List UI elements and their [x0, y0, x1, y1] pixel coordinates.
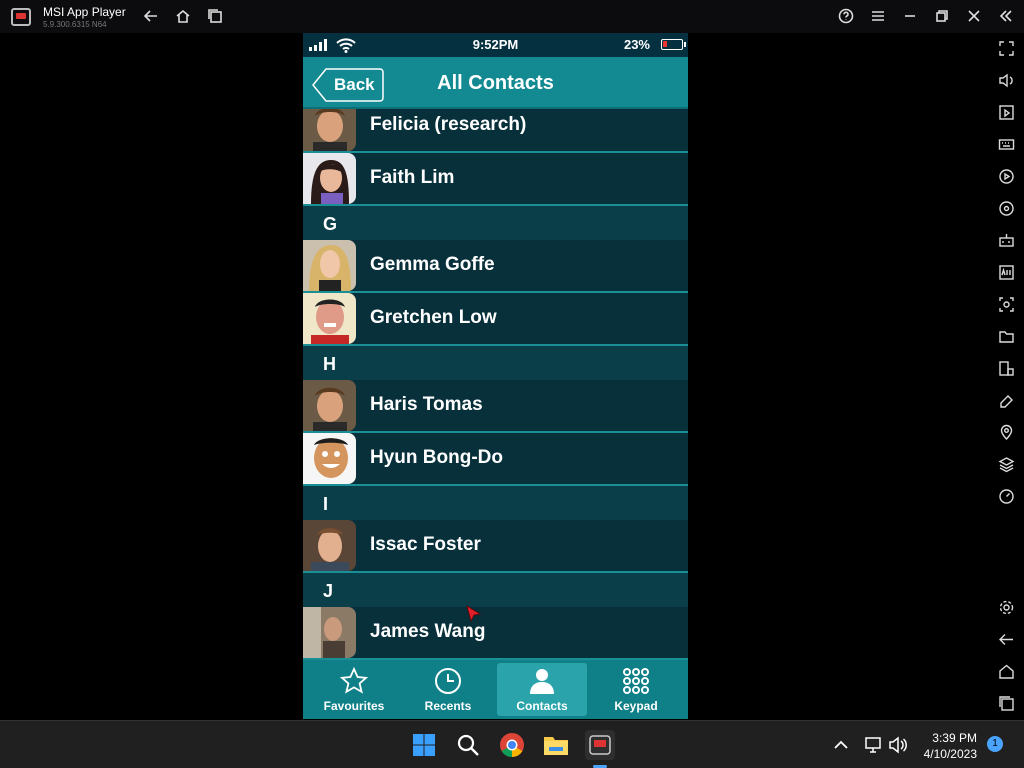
tab-recents[interactable]: Recents: [403, 663, 493, 716]
speaker-icon[interactable]: [883, 730, 913, 760]
multi-instance-icon[interactable]: [205, 6, 225, 26]
phone-status-bar: 9:52PM 23%: [303, 33, 688, 57]
section-letter: I: [323, 494, 329, 514]
android-back-icon[interactable]: [998, 631, 1015, 648]
apk-install-icon[interactable]: [998, 264, 1015, 281]
restore-icon[interactable]: [932, 6, 952, 26]
contact-name: James Wang: [370, 621, 486, 642]
section-header: G: [303, 206, 688, 240]
msi-app-player-taskbar-icon[interactable]: [585, 730, 615, 760]
tab-contacts[interactable]: Contacts: [497, 663, 587, 716]
avatar: [303, 380, 356, 431]
windows-taskbar: 3:39 PM 4/10/2023 1: [0, 720, 1024, 768]
eraser-icon[interactable]: [998, 392, 1015, 409]
keypad-icon: [623, 668, 649, 694]
star-icon: [339, 667, 369, 694]
avatar: [303, 153, 356, 204]
android-recents-icon[interactable]: [998, 695, 1015, 712]
contact-name: Hyun Bong-Do: [370, 447, 503, 468]
person-icon: [530, 669, 554, 694]
contact-name: Gemma Goffe: [370, 254, 495, 275]
location-icon[interactable]: [998, 424, 1015, 441]
emulator-sidebar: [990, 33, 1024, 721]
contact-name: Faith Lim: [370, 167, 455, 188]
contact-row[interactable]: Felicia (research): [303, 109, 688, 153]
avatar: [303, 433, 356, 484]
battery-percentage: 23%: [623, 37, 650, 52]
chrome-icon[interactable]: [497, 730, 527, 760]
msi-app-player-logo-icon: [11, 8, 31, 26]
tab-label: Keypad: [614, 699, 658, 713]
help-icon[interactable]: [836, 6, 856, 26]
volume-icon[interactable]: [998, 72, 1015, 89]
window-title: MSI App Player: [43, 5, 126, 19]
screenshot-icon[interactable]: [998, 296, 1015, 313]
home-icon[interactable]: [173, 6, 193, 26]
sync-icon[interactable]: [998, 200, 1015, 217]
avatar: [303, 520, 356, 571]
file-explorer-icon[interactable]: [541, 730, 571, 760]
rotate-icon[interactable]: [998, 360, 1015, 377]
fullscreen-icon[interactable]: [998, 40, 1015, 57]
avatar: [303, 109, 356, 151]
keyboard-icon[interactable]: [998, 136, 1015, 153]
android-home-icon[interactable]: [998, 663, 1015, 680]
menu-icon[interactable]: [868, 6, 888, 26]
layers-icon[interactable]: [998, 456, 1015, 473]
tab-label: Contacts: [516, 699, 568, 713]
minimize-icon[interactable]: [900, 6, 920, 26]
contact-name: Haris Tomas: [370, 394, 483, 415]
contact-row[interactable]: Issac Foster: [303, 520, 688, 573]
section-header: H: [303, 346, 688, 380]
clock-date: 4/10/2023: [923, 747, 977, 761]
contacts-list[interactable]: Felicia (research) Faith Lim G Gemma Goffe G…: [303, 109, 688, 660]
avatar: [303, 240, 356, 291]
settings-icon[interactable]: [998, 599, 1015, 616]
avatar: [303, 607, 356, 658]
show-hidden-icons-chevron-icon[interactable]: [826, 730, 856, 760]
contact-row[interactable]: Hyun Bong-Do: [303, 433, 688, 486]
clock[interactable]: 3:39 PM 4/10/2023: [924, 730, 977, 762]
section-letter: H: [323, 354, 336, 374]
contacts-header: Back All Contacts: [303, 57, 688, 109]
contact-name: Gretchen Low: [370, 307, 497, 328]
notification-badge[interactable]: 1: [987, 736, 1003, 752]
clock-time: 3:39 PM: [932, 731, 977, 745]
tab-keypad[interactable]: Keypad: [591, 663, 681, 716]
contact-row[interactable]: Gemma Goffe: [303, 240, 688, 293]
speedometer-icon[interactable]: [998, 488, 1015, 505]
section-letter: G: [323, 214, 338, 234]
section-header: J: [303, 573, 688, 607]
emulator-title-bar: MSI App Player 5.9.300.6315 N64: [0, 0, 1024, 33]
contact-name: Felicia (research): [370, 114, 527, 135]
contact-row[interactable]: Faith Lim: [303, 153, 688, 206]
collapse-sidebar-icon[interactable]: [996, 6, 1016, 26]
screen-record-icon[interactable]: [998, 104, 1015, 121]
phone-screen: 9:52PM 23% Back All Contacts Felicia (re…: [303, 33, 688, 719]
version-label: 5.9.300.6315 N64: [43, 20, 107, 29]
tab-label: Favourites: [323, 699, 385, 713]
battery-icon: [661, 39, 686, 50]
page-title: All Contacts: [437, 72, 554, 94]
close-icon[interactable]: [964, 6, 984, 26]
gamepad-icon[interactable]: [998, 232, 1015, 249]
avatar: [303, 293, 356, 344]
folder-icon[interactable]: [998, 328, 1015, 345]
back-arrow-icon[interactable]: [141, 6, 161, 26]
windows-start-icon[interactable]: [409, 730, 439, 760]
section-letter: J: [323, 581, 334, 601]
mouse-cursor-icon: [466, 605, 482, 623]
search-icon[interactable]: [453, 730, 483, 760]
clock-icon: [435, 668, 461, 694]
contact-row[interactable]: Gretchen Low: [303, 293, 688, 346]
bottom-tab-bar: Favourites Recents Contacts Keypad: [303, 660, 688, 719]
tab-label: Recents: [424, 699, 472, 713]
contact-row[interactable]: James Wang: [303, 607, 688, 660]
contact-row[interactable]: Haris Tomas: [303, 380, 688, 433]
contact-name: Issac Foster: [370, 534, 481, 555]
section-header: I: [303, 486, 688, 520]
macro-play-icon[interactable]: [998, 168, 1015, 185]
tab-favourites[interactable]: Favourites: [309, 663, 399, 716]
